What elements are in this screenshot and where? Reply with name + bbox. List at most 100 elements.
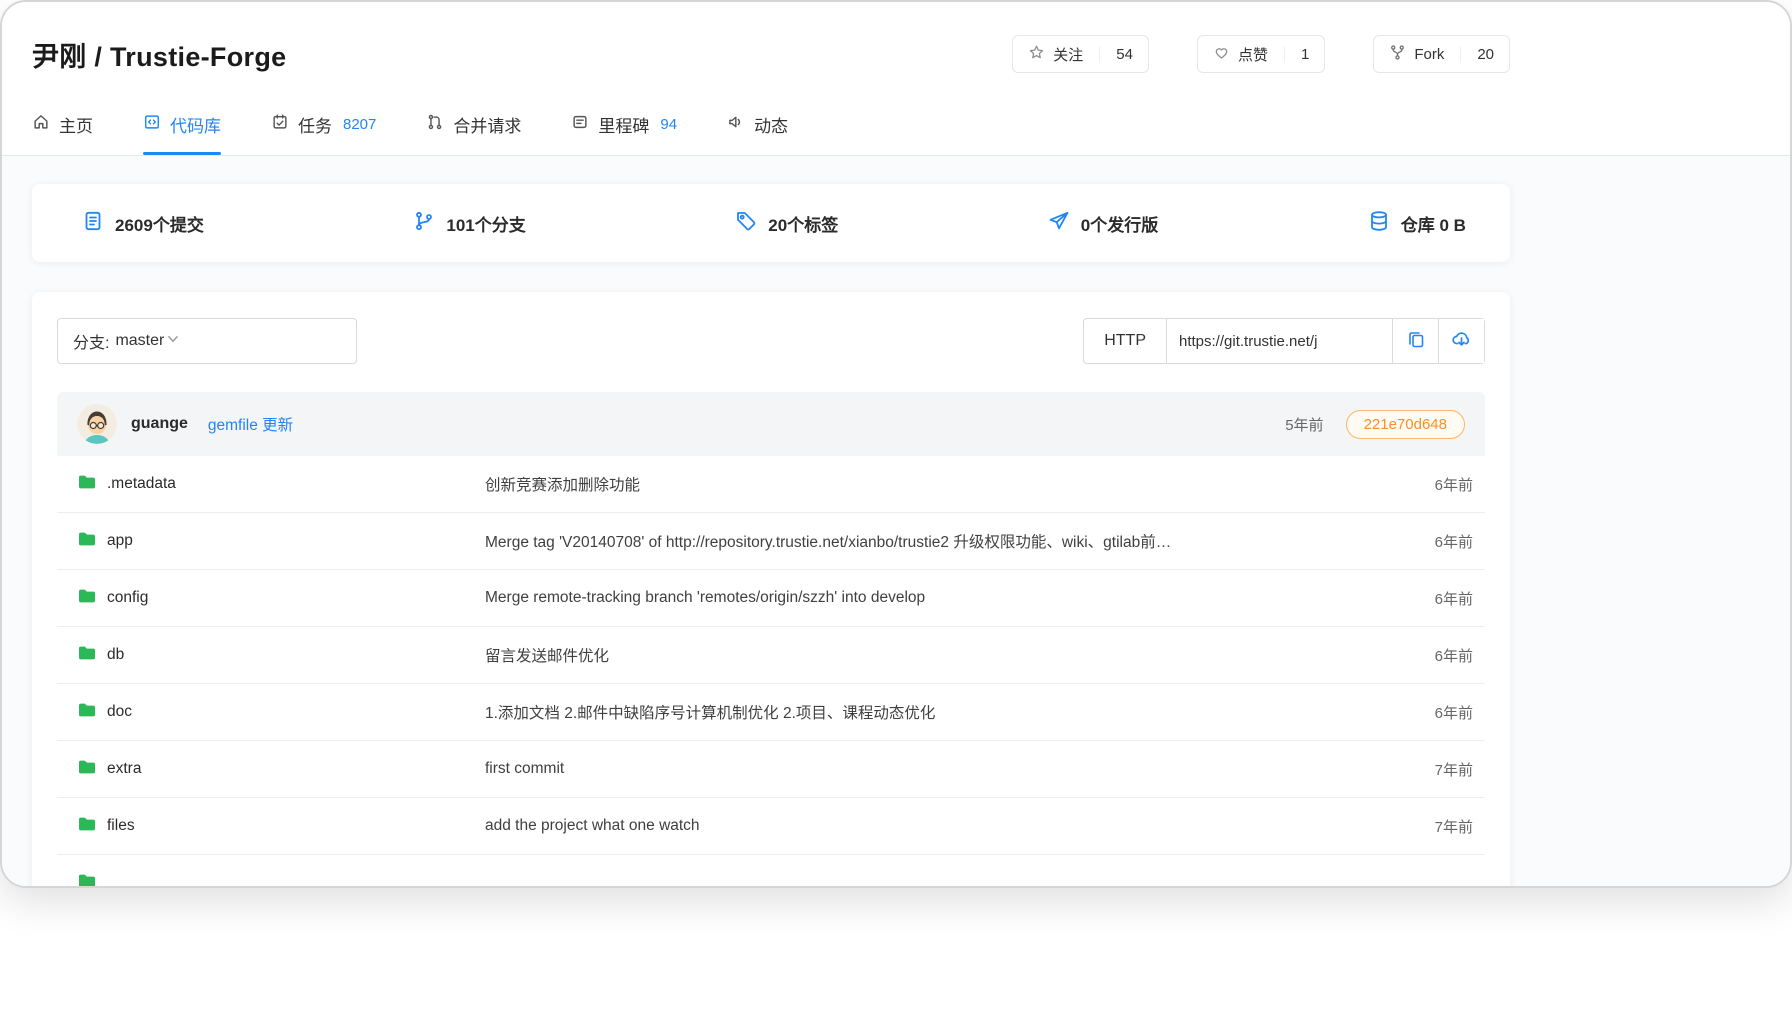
file-row[interactable]: doc 1.添加文档 2.邮件中缺陷序号计算机制优化 2.项目、课程动态优化 6… bbox=[57, 684, 1485, 741]
folder-icon bbox=[77, 586, 97, 611]
folder-icon bbox=[77, 871, 97, 888]
fork-button[interactable]: Fork 20 bbox=[1373, 35, 1510, 73]
file-commit-time: 6年前 bbox=[1399, 645, 1473, 666]
branch-label: 分支: bbox=[73, 329, 109, 353]
folder-icon bbox=[77, 757, 97, 782]
stat-label: 2609个提交 bbox=[115, 211, 204, 236]
file-commit-message[interactable]: first commit bbox=[485, 760, 1399, 778]
file-commit-time: 7年前 bbox=[1399, 759, 1473, 780]
file-name[interactable]: app bbox=[107, 532, 133, 550]
file-name[interactable]: .metadata bbox=[107, 475, 176, 493]
repo-files-card: 分支: master HTTP bbox=[32, 292, 1510, 888]
repo-icon bbox=[143, 113, 161, 136]
file-row[interactable]: db 留言发送邮件优化 6年前 bbox=[57, 627, 1485, 684]
cloud-download-icon bbox=[1451, 328, 1472, 354]
file-commit-message[interactable]: 创新竞赛添加删除功能 bbox=[485, 473, 1399, 495]
file-commit-time: 6年前 bbox=[1399, 702, 1473, 723]
stat-branches[interactable]: 101个分支 bbox=[413, 210, 525, 237]
database-icon bbox=[1368, 210, 1390, 237]
branch-value: master bbox=[115, 332, 164, 350]
file-commit-message[interactable]: 1.添加文档 2.邮件中缺陷序号计算机制优化 2.项目、课程动态优化 bbox=[485, 701, 1399, 723]
folder-icon bbox=[77, 529, 97, 554]
file-commit-message[interactable]: add the project what one watch bbox=[485, 817, 1399, 835]
stat-tags[interactable]: 20个标签 bbox=[735, 210, 838, 237]
file-name[interactable]: db bbox=[107, 646, 124, 664]
commit-message-link[interactable]: gemfile 更新 bbox=[208, 413, 293, 435]
copy-icon bbox=[1406, 329, 1426, 354]
page-title: 尹刚 / Trustie-Forge bbox=[32, 35, 286, 74]
stat-repo-size[interactable]: 仓库 0 B bbox=[1368, 210, 1466, 237]
file-commit-message[interactable]: Merge remote-tracking branch 'remotes/or… bbox=[485, 589, 1399, 607]
avatar[interactable] bbox=[77, 404, 117, 444]
home-icon bbox=[32, 113, 50, 136]
page-body: 2609个提交 101个分支 20个标签 0个发行版 bbox=[2, 156, 1790, 888]
tab-home[interactable]: 主页 bbox=[32, 112, 93, 155]
stat-commits[interactable]: 2609个提交 bbox=[82, 210, 204, 237]
clone-url-input[interactable] bbox=[1167, 319, 1392, 363]
heart-icon bbox=[1213, 44, 1238, 65]
stat-label: 20个标签 bbox=[768, 211, 838, 236]
star-icon bbox=[1028, 44, 1053, 65]
repo-header: 尹刚 / Trustie-Forge 关注 54 点赞 bbox=[2, 2, 1790, 156]
repo-actions: 关注 54 点赞 1 Fork bbox=[1012, 35, 1510, 73]
merge-request-icon bbox=[426, 113, 444, 136]
praise-count: 1 bbox=[1284, 46, 1309, 63]
file-commit-message[interactable]: 留言发送邮件优化 bbox=[485, 644, 1399, 666]
praise-label: 点赞 bbox=[1238, 44, 1268, 65]
watch-button[interactable]: 关注 54 bbox=[1012, 35, 1149, 73]
branch-selector[interactable]: 分支: master bbox=[57, 318, 357, 364]
tab-label: 里程碑 bbox=[598, 112, 649, 137]
stat-label: 仓库 0 B bbox=[1401, 211, 1466, 236]
tab-label: 合并请求 bbox=[453, 112, 521, 137]
stat-label: 0个发行版 bbox=[1081, 211, 1158, 236]
tab-tasks[interactable]: 任务 8207 bbox=[271, 112, 376, 155]
tab-label: 动态 bbox=[754, 112, 788, 137]
commit-hash-badge[interactable]: 221e70d648 bbox=[1346, 410, 1465, 439]
fork-count: 20 bbox=[1460, 46, 1494, 63]
file-commit-message[interactable]: Merge tag 'V20140708' of http://reposito… bbox=[485, 530, 1399, 552]
watch-count: 54 bbox=[1099, 46, 1133, 63]
praise-button[interactable]: 点赞 1 bbox=[1197, 35, 1325, 73]
chevron-down-icon bbox=[164, 330, 182, 353]
stat-label: 101个分支 bbox=[446, 211, 525, 236]
tab-label: 任务 bbox=[298, 112, 332, 137]
file-row[interactable]: app Merge tag 'V20140708' of http://repo… bbox=[57, 513, 1485, 570]
file-row[interactable]: .metadata 创新竞赛添加删除功能 6年前 bbox=[57, 456, 1485, 513]
file-table: guange gemfile 更新 5年前 221e70d648 .metada… bbox=[57, 392, 1485, 888]
copy-url-button[interactable] bbox=[1392, 319, 1438, 363]
tab-merge-requests[interactable]: 合并请求 bbox=[426, 112, 521, 155]
file-commit-time: 6年前 bbox=[1399, 531, 1473, 552]
file-name[interactable]: doc bbox=[107, 703, 132, 721]
tab-label: 代码库 bbox=[170, 112, 221, 137]
tab-repository[interactable]: 代码库 bbox=[143, 112, 221, 155]
task-count-badge: 8207 bbox=[343, 116, 376, 133]
file-row-partial[interactable] bbox=[57, 855, 1485, 888]
file-commit-time: 6年前 bbox=[1399, 588, 1473, 609]
tab-milestones[interactable]: 里程碑 94 bbox=[571, 112, 677, 155]
task-icon bbox=[271, 113, 289, 136]
tag-icon bbox=[735, 210, 757, 237]
clone-protocol-button[interactable]: HTTP bbox=[1084, 319, 1167, 363]
file-row[interactable]: files add the project what one watch 7年前 bbox=[57, 798, 1485, 855]
stat-releases[interactable]: 0个发行版 bbox=[1048, 210, 1158, 237]
folder-icon bbox=[77, 700, 97, 725]
branch-icon bbox=[413, 210, 435, 237]
file-row[interactable]: extra first commit 7年前 bbox=[57, 741, 1485, 798]
tab-activity[interactable]: 动态 bbox=[727, 112, 788, 155]
folder-icon bbox=[77, 814, 97, 839]
tab-bar: 主页 代码库 任务 8207 bbox=[32, 112, 1510, 155]
file-name[interactable]: extra bbox=[107, 760, 141, 778]
app-window: 尹刚 / Trustie-Forge 关注 54 点赞 bbox=[0, 0, 1792, 888]
file-row[interactable]: config Merge remote-tracking branch 'rem… bbox=[57, 570, 1485, 627]
watch-label: 关注 bbox=[1053, 44, 1083, 65]
file-name[interactable]: config bbox=[107, 589, 148, 607]
folder-icon bbox=[77, 472, 97, 497]
milestone-count-badge: 94 bbox=[660, 116, 677, 133]
commit-author[interactable]: guange bbox=[131, 415, 188, 433]
clone-url-group: HTTP bbox=[1083, 318, 1485, 364]
commit-icon bbox=[82, 210, 104, 237]
fork-label: Fork bbox=[1414, 46, 1444, 63]
fork-icon bbox=[1389, 44, 1414, 65]
file-name[interactable]: files bbox=[107, 817, 135, 835]
download-button[interactable] bbox=[1438, 319, 1484, 363]
